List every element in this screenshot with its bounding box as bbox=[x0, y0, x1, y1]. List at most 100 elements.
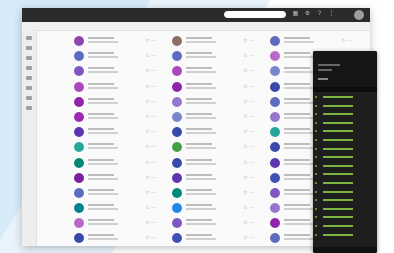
row-actions-icon[interactable]: ☆ ⋯ bbox=[145, 99, 156, 105]
phone-menu-item[interactable] bbox=[313, 102, 377, 111]
apps-icon[interactable]: ⋮ bbox=[328, 11, 335, 18]
phone-menu-item[interactable] bbox=[313, 110, 377, 119]
phone-menu-item[interactable] bbox=[313, 145, 377, 154]
contact-row[interactable]: ☆ ⋯ bbox=[262, 34, 358, 49]
row-actions-icon[interactable]: ☆ ⋯ bbox=[243, 235, 254, 241]
row-actions-icon[interactable]: ☆ ⋯ bbox=[145, 235, 156, 241]
calendar-icon[interactable] bbox=[26, 56, 32, 60]
contact-avatar bbox=[74, 36, 84, 46]
mail-icon[interactable] bbox=[26, 36, 32, 40]
sidebar bbox=[22, 30, 37, 246]
folder-item[interactable] bbox=[37, 34, 63, 42]
row-actions-icon[interactable]: ☆ ⋯ bbox=[243, 114, 254, 120]
contact-row[interactable]: ☆ ⋯ bbox=[164, 140, 260, 155]
row-actions-icon[interactable]: ☆ ⋯ bbox=[145, 144, 156, 150]
row-actions-icon[interactable]: ☆ ⋯ bbox=[243, 68, 254, 74]
phone-menu-label-line bbox=[323, 156, 353, 159]
settings-icon[interactable]: ⚙ bbox=[304, 11, 311, 18]
contact-row[interactable]: ☆ ⋯ bbox=[66, 95, 162, 110]
contact-row[interactable]: ☆ ⋯ bbox=[66, 216, 162, 231]
row-actions-icon[interactable]: ☆ ⋯ bbox=[243, 205, 254, 211]
row-actions-icon[interactable]: ☆ ⋯ bbox=[145, 38, 156, 44]
help-icon[interactable]: ? bbox=[316, 11, 323, 18]
phone-menu-item[interactable] bbox=[313, 136, 377, 145]
contact-row[interactable]: ☆ ⋯ bbox=[164, 216, 260, 231]
contact-row[interactable]: ☆ ⋯ bbox=[164, 171, 260, 186]
row-actions-icon[interactable]: ☆ ⋯ bbox=[243, 220, 254, 226]
phone-menu-item[interactable] bbox=[313, 222, 377, 231]
bullet-icon bbox=[315, 121, 317, 124]
contact-row[interactable]: ☆ ⋯ bbox=[66, 231, 162, 246]
contact-row[interactable]: ☆ ⋯ bbox=[66, 49, 162, 64]
phone-menu-label-line bbox=[323, 139, 353, 142]
contact-row[interactable]: ☆ ⋯ bbox=[66, 201, 162, 216]
files-icon[interactable] bbox=[26, 76, 32, 80]
more-icon[interactable] bbox=[26, 106, 32, 110]
row-actions-icon[interactable]: ☆ ⋯ bbox=[243, 144, 254, 150]
contact-row[interactable]: ☆ ⋯ bbox=[164, 186, 260, 201]
contact-avatar bbox=[74, 172, 84, 183]
row-actions-icon[interactable]: ☆ ⋯ bbox=[145, 84, 156, 90]
phone-menu-item[interactable] bbox=[313, 196, 377, 205]
tasks-icon[interactable] bbox=[26, 66, 32, 70]
contact-row[interactable]: ☆ ⋯ bbox=[164, 110, 260, 125]
phone-menu-item[interactable] bbox=[313, 213, 377, 222]
phone-menu-item[interactable] bbox=[313, 231, 377, 240]
contact-row[interactable]: ☆ ⋯ bbox=[66, 186, 162, 201]
contact-row[interactable]: ☆ ⋯ bbox=[164, 49, 260, 64]
contact-row[interactable]: ☆ ⋯ bbox=[164, 156, 260, 171]
phone-menu-item[interactable] bbox=[313, 162, 377, 171]
chat-icon[interactable] bbox=[26, 96, 32, 100]
row-actions-icon[interactable]: ☆ ⋯ bbox=[145, 160, 156, 166]
row-actions-icon[interactable]: ☆ ⋯ bbox=[145, 114, 156, 120]
contact-detail-line bbox=[284, 132, 314, 135]
row-actions-icon[interactable]: ☆ ⋯ bbox=[145, 129, 156, 135]
row-actions-icon[interactable]: ☆ ⋯ bbox=[243, 38, 254, 44]
row-actions-icon[interactable]: ☆ ⋯ bbox=[341, 38, 352, 44]
row-actions-icon[interactable]: ☆ ⋯ bbox=[145, 175, 156, 181]
contact-row[interactable]: ☆ ⋯ bbox=[164, 80, 260, 95]
contact-row[interactable]: ☆ ⋯ bbox=[164, 95, 260, 110]
contact-row[interactable]: ☆ ⋯ bbox=[66, 156, 162, 171]
contact-row[interactable]: ☆ ⋯ bbox=[164, 34, 260, 49]
contact-row[interactable]: ☆ ⋯ bbox=[164, 201, 260, 216]
row-actions-icon[interactable]: ☆ ⋯ bbox=[145, 68, 156, 74]
row-actions-icon[interactable]: ☆ ⋯ bbox=[243, 190, 254, 196]
phone-menu-item[interactable] bbox=[313, 119, 377, 128]
phone-menu-item[interactable] bbox=[313, 170, 377, 179]
grid-icon[interactable]: ▦ bbox=[292, 11, 299, 18]
contact-row[interactable]: ☆ ⋯ bbox=[66, 125, 162, 140]
row-actions-icon[interactable]: ☆ ⋯ bbox=[243, 129, 254, 135]
row-actions-icon[interactable]: ☆ ⋯ bbox=[243, 53, 254, 59]
phone-menu-item[interactable] bbox=[313, 127, 377, 136]
contact-row[interactable]: ☆ ⋯ bbox=[66, 110, 162, 125]
phone-menu-item[interactable] bbox=[313, 205, 377, 214]
user-avatar[interactable] bbox=[354, 10, 364, 20]
contact-detail-line bbox=[284, 162, 314, 165]
contact-row[interactable]: ☆ ⋯ bbox=[66, 64, 162, 79]
notes-icon[interactable] bbox=[26, 86, 32, 90]
contact-row[interactable]: ☆ ⋯ bbox=[164, 64, 260, 79]
contact-row[interactable]: ☆ ⋯ bbox=[66, 80, 162, 95]
folder-item[interactable] bbox=[37, 42, 63, 50]
row-actions-icon[interactable]: ☆ ⋯ bbox=[243, 84, 254, 90]
row-actions-icon[interactable]: ☆ ⋯ bbox=[243, 160, 254, 166]
contacts-icon[interactable] bbox=[26, 46, 32, 50]
row-actions-icon[interactable]: ☆ ⋯ bbox=[145, 190, 156, 196]
contact-row[interactable]: ☆ ⋯ bbox=[66, 171, 162, 186]
phone-menu-item[interactable] bbox=[313, 179, 377, 188]
row-actions-icon[interactable]: ☆ ⋯ bbox=[145, 205, 156, 211]
row-actions-icon[interactable]: ☆ ⋯ bbox=[243, 175, 254, 181]
phone-menu-item[interactable] bbox=[313, 93, 377, 102]
contact-row[interactable]: ☆ ⋯ bbox=[66, 34, 162, 49]
phone-menu-item[interactable] bbox=[313, 188, 377, 197]
folder-item[interactable] bbox=[37, 50, 63, 58]
row-actions-icon[interactable]: ☆ ⋯ bbox=[145, 220, 156, 226]
contact-row[interactable]: ☆ ⋯ bbox=[164, 125, 260, 140]
contact-row[interactable]: ☆ ⋯ bbox=[66, 140, 162, 155]
contact-row[interactable]: ☆ ⋯ bbox=[164, 231, 260, 246]
search-input[interactable] bbox=[224, 11, 286, 18]
row-actions-icon[interactable]: ☆ ⋯ bbox=[243, 99, 254, 105]
row-actions-icon[interactable]: ☆ ⋯ bbox=[145, 53, 156, 59]
phone-menu-item[interactable] bbox=[313, 153, 377, 162]
